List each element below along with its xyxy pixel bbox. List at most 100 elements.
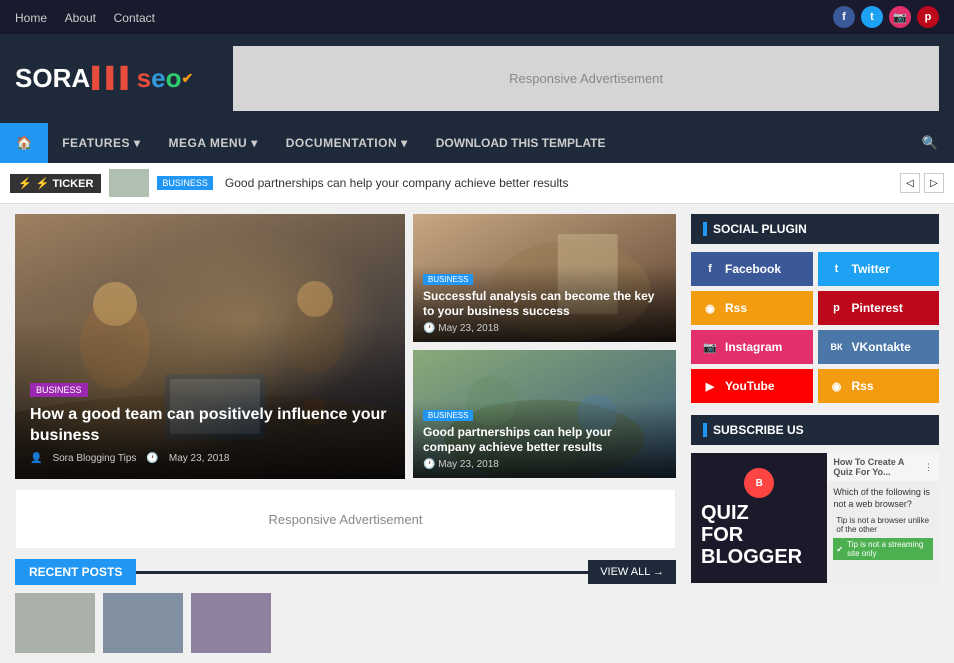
twitter-social-button[interactable]: t Twitter [818, 252, 940, 286]
recent-posts-thumbs [15, 593, 676, 653]
rss-icon: ◉ [701, 299, 719, 317]
vk-icon: ВК [828, 338, 846, 356]
logo-o: o [166, 63, 182, 94]
header-ad-banner: Responsive Advertisement [233, 46, 939, 111]
ticker-controls: ◁ ▷ [900, 173, 944, 193]
rss-label: Rss [725, 301, 747, 315]
instagram-social-button[interactable]: 📷 Instagram [691, 330, 813, 364]
nav-features[interactable]: FEATURES ▾ [48, 124, 154, 162]
youtube-label: YouTube [725, 379, 775, 393]
nav-contact-link[interactable]: Contact [114, 11, 155, 25]
small-card-2-title: Good partnerships can help your company … [423, 425, 666, 456]
nav-search-button[interactable]: 🔍 [906, 123, 954, 163]
youtube-icon: ▶ [701, 377, 719, 395]
main-nav: 🏠 FEATURES ▾ MEGA MENU ▾ DOCUMENTATION ▾… [0, 123, 954, 163]
big-featured-card[interactable]: BUSINESS How a good team can positively … [15, 214, 405, 479]
nav-home-link[interactable]: Home [15, 11, 47, 25]
nav-about-link[interactable]: About [65, 11, 96, 25]
clock-icon: 🕐 [423, 459, 435, 470]
nav-download-template[interactable]: DOWNLOAD THIS TEMPLATE [422, 124, 620, 162]
rss2-label: Rss [852, 379, 874, 393]
ticker-label-text: ⚡ TICKER [36, 177, 94, 190]
ticker-bar: ⚡ ⚡ TICKER BUSINESS Good partnerships ca… [0, 163, 954, 204]
nav-mega-menu[interactable]: MEGA MENU ▾ [155, 124, 272, 162]
ticker-next-button[interactable]: ▷ [924, 173, 944, 193]
facebook-top-icon[interactable]: f [833, 6, 855, 28]
instagram-label: Instagram [725, 340, 782, 354]
instagram-top-icon[interactable]: 📷 [889, 6, 911, 28]
big-card-meta: 👤 Sora Blogging Tips 🕐 May 23, 2018 [30, 453, 390, 464]
video-header: How To Create A Quiz For Yo... ⋮ [827, 453, 939, 481]
pinterest-icon: p [828, 299, 846, 317]
quiz-option-1: Tip is not a browser unlike of the other [833, 514, 933, 536]
logo-s: s [137, 63, 151, 94]
option-text: Tip is not a streaming site only [847, 540, 930, 558]
site-header: SORA ▌▌▌ seo✔ Responsive Advertisement [0, 34, 954, 123]
video-thumb-left: B QUIZFORBLOGGER [691, 453, 827, 583]
subscribe-label: SUBSCRIBE US [713, 423, 804, 437]
checkmark-icon: ✔ [836, 545, 843, 554]
facebook-label: Facebook [725, 262, 781, 276]
main-wrapper: BUSINESS How a good team can positively … [0, 204, 954, 663]
big-card-date: May 23, 2018 [169, 453, 230, 464]
featured-grid: BUSINESS How a good team can positively … [15, 214, 676, 479]
pinterest-top-icon[interactable]: p [917, 6, 939, 28]
recent-thumb-2[interactable] [103, 593, 183, 653]
rss2-icon: ◉ [828, 377, 846, 395]
ticker-prev-button[interactable]: ◁ [900, 173, 920, 193]
twitter-label: Twitter [852, 262, 890, 276]
chevron-down-icon: ▾ [251, 136, 258, 150]
quiz-options: Tip is not a browser unlike of the other… [833, 514, 933, 560]
right-cards: BUSINESS Successful analysis can become … [413, 214, 676, 479]
ticker-badge: BUSINESS [157, 176, 213, 190]
youtube-social-button[interactable]: ▶ YouTube [691, 369, 813, 403]
view-all-button[interactable]: VIEW ALL → [588, 560, 676, 584]
recent-posts-header: RECENT POSTS VIEW ALL → [15, 559, 676, 585]
nav-items-list: FEATURES ▾ MEGA MENU ▾ DOCUMENTATION ▾ D… [48, 124, 906, 162]
subscribe-video-thumb[interactable]: B QUIZFORBLOGGER How To Create A Quiz Fo… [691, 453, 939, 583]
recent-posts-title: RECENT POSTS [15, 559, 136, 585]
small-card-2-badge: BUSINESS [423, 410, 473, 421]
vkontakte-label: VKontakte [852, 340, 911, 354]
bottom-ad-banner: Responsive Advertisement [15, 489, 676, 549]
subscribe-title: SUBSCRIBE US [691, 415, 939, 445]
top-nav: Home About Contact [15, 10, 169, 25]
option-text: Tip is not a browser unlike of the other [836, 516, 930, 534]
pinterest-social-button[interactable]: p Pinterest [818, 291, 940, 325]
small-card-1[interactable]: BUSINESS Successful analysis can become … [413, 214, 676, 342]
sidebar: SOCIAL PLUGIN f Facebook t Twitter ◉ Rss… [691, 214, 939, 653]
social-plugin-title: SOCIAL PLUGIN [691, 214, 939, 244]
small-card-1-content: BUSINESS Successful analysis can become … [413, 262, 676, 342]
subscribe-section: SUBSCRIBE US B QUIZFORBLOGGER How To Cre… [691, 415, 939, 583]
small-card-2-content: BUSINESS Good partnerships can help your… [413, 398, 676, 478]
header-ad-text: Responsive Advertisement [509, 71, 663, 86]
big-card-title: How a good team can positively influence… [30, 405, 390, 447]
facebook-icon: f [701, 260, 719, 278]
top-social-icons: f t 📷 p [833, 6, 939, 28]
nav-home-button[interactable]: 🏠 [0, 123, 48, 163]
small-card-1-title: Successful analysis can become the key t… [423, 289, 666, 320]
video-big-text: QUIZFORBLOGGER [701, 502, 817, 568]
content-area: BUSINESS How a good team can positively … [15, 214, 676, 653]
twitter-icon: t [828, 260, 846, 278]
quiz-option-2: ✔ Tip is not a streaming site only [833, 538, 933, 560]
video-right-content: Which of the following is not a web brow… [827, 481, 939, 566]
rss-social-button[interactable]: ◉ Rss [691, 291, 813, 325]
facebook-social-button[interactable]: f Facebook [691, 252, 813, 286]
small-card-2[interactable]: BUSINESS Good partnerships can help your… [413, 350, 676, 478]
vkontakte-social-button[interactable]: ВК VKontakte [818, 330, 940, 364]
recent-thumb-1[interactable] [15, 593, 95, 653]
twitter-top-icon[interactable]: t [861, 6, 883, 28]
pinterest-label: Pinterest [852, 301, 903, 315]
recent-thumb-3[interactable] [191, 593, 271, 653]
person-icon: 👤 [30, 453, 42, 464]
big-card-author: Sora Blogging Tips [52, 453, 136, 464]
chevron-down-icon: ▾ [401, 136, 408, 150]
clock-icon: 🕐 [423, 323, 435, 334]
rss2-social-button[interactable]: ◉ Rss [818, 369, 940, 403]
logo-dot: ✔ [181, 70, 193, 87]
instagram-icon: 📷 [701, 338, 719, 356]
more-icon[interactable]: ⋮ [924, 462, 933, 473]
nav-documentation[interactable]: DOCUMENTATION ▾ [272, 124, 422, 162]
small-card-2-date: 🕐 May 23, 2018 [423, 459, 666, 470]
